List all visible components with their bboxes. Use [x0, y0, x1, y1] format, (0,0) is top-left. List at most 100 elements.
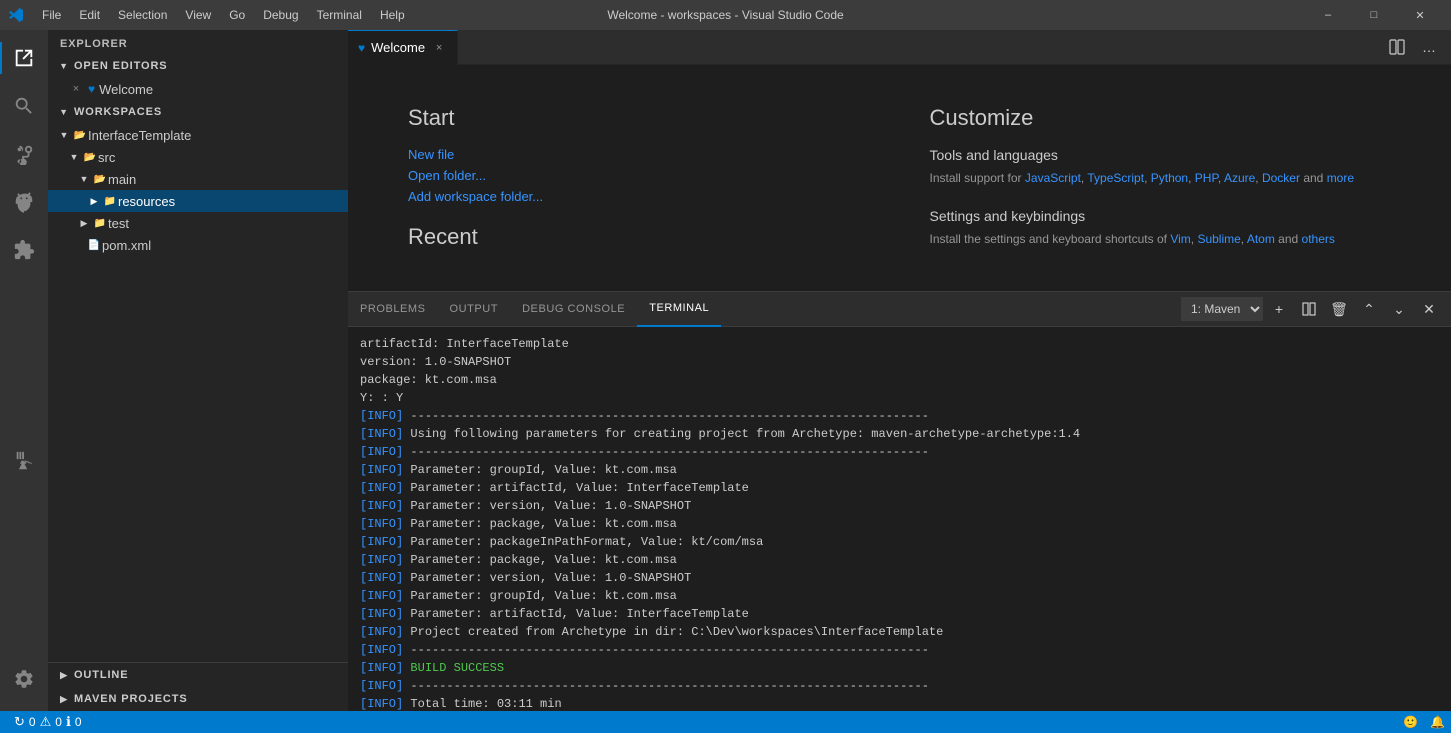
status-bar-left: ↻ 0 ⚠ 0 ℹ 0: [0, 711, 88, 733]
tree-label-test: test: [108, 216, 348, 231]
tab-output[interactable]: OUTPUT: [438, 292, 511, 327]
python-link[interactable]: Python: [1151, 171, 1188, 185]
tree-label-main: main: [108, 172, 348, 187]
close-welcome-icon[interactable]: ×: [68, 81, 84, 97]
open-editor-welcome[interactable]: × ♥ Welcome: [48, 78, 348, 100]
others-link[interactable]: others: [1302, 232, 1335, 246]
tab-welcome[interactable]: ♥ Welcome ×: [348, 30, 458, 65]
tab-debug-console[interactable]: DEBUG CONSOLE: [510, 292, 637, 327]
status-smiley[interactable]: 🙂: [1397, 711, 1424, 733]
menu-file[interactable]: File: [34, 6, 69, 24]
tools-languages-text: Install support for JavaScript, TypeScri…: [930, 169, 1392, 188]
title-bar: File Edit Selection View Go Debug Termin…: [0, 0, 1451, 30]
tree-test[interactable]: ▶ 📁 test: [48, 212, 348, 234]
status-bell[interactable]: 🔔: [1424, 711, 1451, 733]
tree-pom-xml[interactable]: 📄 pom.xml: [48, 234, 348, 256]
js-link[interactable]: JavaScript: [1025, 171, 1081, 185]
sublime-link[interactable]: Sublime: [1197, 232, 1240, 246]
menu-terminal[interactable]: Terminal: [309, 6, 370, 24]
terminal-dropdown[interactable]: 1: Maven: [1181, 297, 1263, 321]
tab-problems[interactable]: PROBLEMS: [348, 292, 438, 327]
ts-link[interactable]: TypeScript: [1087, 171, 1144, 185]
terminal-info-prefix: [INFO]: [360, 517, 403, 531]
more-languages-link[interactable]: more: [1327, 171, 1354, 185]
workspaces-header[interactable]: ▼ Workspaces: [48, 100, 348, 124]
terminal-line: [INFO] Parameter: groupId, Value: kt.com…: [360, 587, 1439, 605]
terminal-info-prefix: [INFO]: [360, 553, 403, 567]
terminal-info-prefix: [INFO]: [360, 481, 403, 495]
tree-label-src: src: [98, 150, 348, 165]
menu-view[interactable]: View: [177, 6, 219, 24]
menu-help[interactable]: Help: [372, 6, 413, 24]
menu-debug[interactable]: Debug: [255, 6, 306, 24]
maximize-button[interactable]: □: [1351, 0, 1397, 30]
maven-chevron: ▶: [56, 691, 72, 707]
terminal-line: [INFO] Parameter: package, Value: kt.com…: [360, 551, 1439, 569]
folder-icon-main: 📂: [92, 171, 108, 187]
add-workspace-link[interactable]: Add workspace folder...: [408, 189, 870, 204]
new-terminal-button[interactable]: +: [1265, 295, 1293, 323]
workspaces-chevron: ▼: [56, 104, 72, 120]
terminal-tab-bar: PROBLEMS OUTPUT DEBUG CONSOLE TERMINAL 1…: [348, 292, 1451, 327]
terminal-info-prefix: [INFO]: [360, 463, 403, 477]
terminal-scroll-up-button[interactable]: ⌃: [1355, 295, 1383, 323]
open-folder-link[interactable]: Open folder...: [408, 168, 870, 183]
folder-icon-src: 📂: [82, 149, 98, 165]
explorer-activity-icon[interactable]: [0, 34, 48, 82]
maven-label: Maven Projects: [74, 693, 188, 705]
outline-label: Outline: [74, 669, 128, 681]
status-bar: ↻ 0 ⚠ 0 ℹ 0 🙂 🔔: [0, 711, 1451, 733]
start-title: Start: [408, 105, 870, 131]
bell-icon: 🔔: [1430, 715, 1445, 729]
menu-go[interactable]: Go: [221, 6, 253, 24]
outline-header[interactable]: ▶ Outline: [48, 663, 348, 687]
azure-link[interactable]: Azure: [1224, 171, 1255, 185]
terminal-info-prefix: [INFO]: [360, 445, 403, 459]
close-terminal-button[interactable]: ✕: [1415, 295, 1443, 323]
tab-vscode-icon: ♥: [358, 41, 365, 55]
menu-edit[interactable]: Edit: [71, 6, 108, 24]
kill-terminal-button[interactable]: 🗑: [1325, 295, 1353, 323]
tree-src[interactable]: ▼ 📂 src: [48, 146, 348, 168]
more-actions-button[interactable]: …: [1415, 33, 1443, 61]
folder-icon: 📂: [72, 127, 88, 143]
split-terminal-button[interactable]: [1295, 295, 1323, 323]
terminal-info-prefix: [INFO]: [360, 679, 403, 693]
new-file-link[interactable]: New file: [408, 147, 870, 162]
smiley-icon: 🙂: [1403, 715, 1418, 729]
split-editor-button[interactable]: [1383, 33, 1411, 61]
test-activity-icon[interactable]: [0, 437, 48, 485]
tab-welcome-label: Welcome: [371, 40, 425, 55]
extensions-activity-icon[interactable]: [0, 226, 48, 274]
window-controls: – □ ✕: [1305, 0, 1443, 30]
terminal-line: [INFO] Parameter: packageInPathFormat, V…: [360, 533, 1439, 551]
tree-main[interactable]: ▼ 📂 main: [48, 168, 348, 190]
maven-projects-header[interactable]: ▶ Maven Projects: [48, 687, 348, 711]
terminal-body[interactable]: artifactId: InterfaceTemplateversion: 1.…: [348, 327, 1451, 711]
atom-link[interactable]: Atom: [1247, 232, 1275, 246]
tab-actions: …: [1383, 33, 1451, 61]
search-activity-icon[interactable]: [0, 82, 48, 130]
debug-activity-icon[interactable]: [0, 178, 48, 226]
tree-InterfaceTemplate[interactable]: ▼ 📂 InterfaceTemplate: [48, 124, 348, 146]
tab-welcome-close[interactable]: ×: [431, 40, 447, 56]
status-sync[interactable]: ↻ 0 ⚠ 0 ℹ 0: [8, 711, 88, 733]
php-link[interactable]: PHP: [1195, 171, 1218, 185]
sync-icon: ↻: [14, 714, 25, 730]
minimize-button[interactable]: –: [1305, 0, 1351, 30]
tree-resources[interactable]: ▶ 📁 resources: [48, 190, 348, 212]
tree-label-pom: pom.xml: [102, 238, 348, 253]
terminal-line: [INFO] Parameter: package, Value: kt.com…: [360, 515, 1439, 533]
open-editors-header[interactable]: ▼ Open Editors: [48, 54, 348, 78]
close-button[interactable]: ✕: [1397, 0, 1443, 30]
menu-selection[interactable]: Selection: [110, 6, 175, 24]
tab-terminal[interactable]: TERMINAL: [637, 292, 721, 327]
terminal-line: [INFO] Parameter: artifactId, Value: Int…: [360, 479, 1439, 497]
settings-activity-icon[interactable]: [0, 655, 48, 703]
vim-link[interactable]: Vim: [1170, 232, 1190, 246]
docker-link[interactable]: Docker: [1262, 171, 1300, 185]
outline-chevron: ▶: [56, 667, 72, 683]
terminal-line: [INFO] Parameter: version, Value: 1.0-SN…: [360, 497, 1439, 515]
terminal-scroll-down-button[interactable]: ⌄: [1385, 295, 1413, 323]
source-control-activity-icon[interactable]: [0, 130, 48, 178]
